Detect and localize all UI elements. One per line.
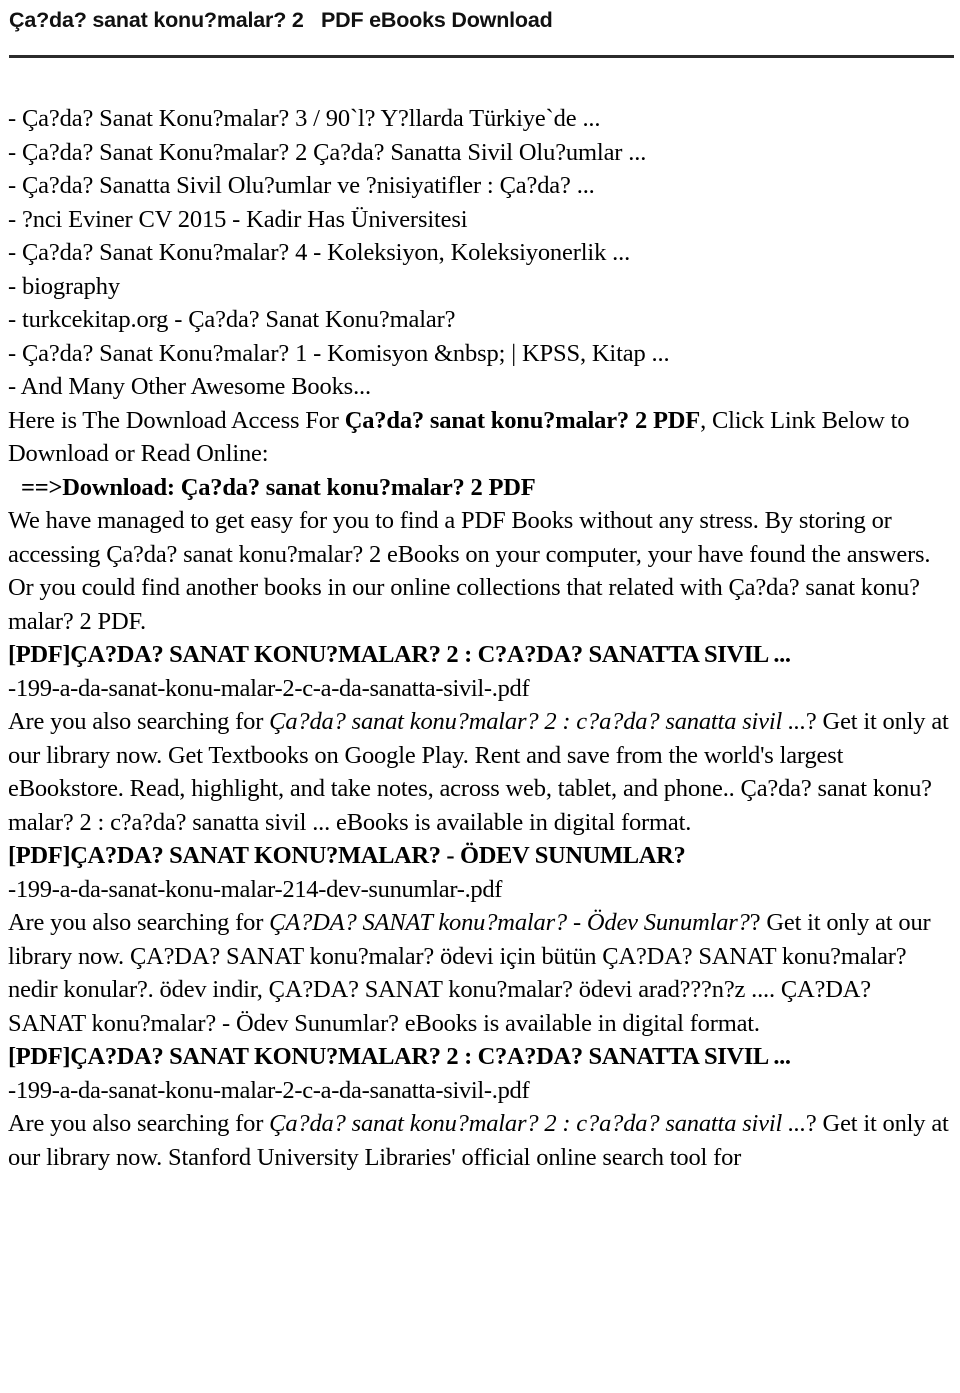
section-description-3: Are you also searching for Ça?da? sanat …	[8, 1107, 952, 1174]
list-item: - Ça?da? Sanatta Sivil Olu?umlar ve ?nis…	[8, 172, 595, 199]
desc-prefix-text: Are you also searching for	[8, 909, 270, 936]
section-heading-3: [PDF]ÇA?DA? SANAT KONU?MALAR? 2 : C?A?DA…	[8, 1043, 791, 1070]
section-filename-3: -199-a-da-sanat-konu-malar-2-c-a-da-sana…	[8, 1076, 530, 1104]
document-body: - Ça?da? Sanat Konu?malar? 3 / 90`l? Y?l…	[8, 102, 952, 1174]
section-heading-2: [PDF]ÇA?DA? SANAT KONU?MALAR? - ÖDEV SUN…	[8, 842, 686, 869]
desc-italic-title: Ça?da? sanat konu?malar? 2 : c?a?da? san…	[269, 708, 806, 735]
page-title: Ça?da? sanat konu?malar? 2 PDF eBooks Do…	[9, 8, 553, 32]
section-heading-1: [PDF]ÇA?DA? SANAT KONU?MALAR? 2 : C?A?DA…	[8, 641, 791, 668]
desc-prefix-text: Are you also searching for	[8, 708, 270, 735]
list-item: - Ça?da? Sanat Konu?malar? 2 Ça?da? Sana…	[8, 138, 647, 166]
desc-prefix-text: Are you also searching for	[8, 1110, 270, 1137]
section-description-2: Are you also searching for ÇA?DA? SANAT …	[8, 906, 952, 1040]
header-divider	[9, 55, 954, 58]
document-page: Ça?da? sanat konu?malar? 2 PDF eBooks Do…	[0, 7, 960, 1393]
lead-bold-title: Ça?da? sanat konu?malar? 2 PDF	[344, 406, 701, 434]
section-filename-2: -199-a-da-sanat-konu-malar-214-dev-sunum…	[8, 875, 503, 903]
intro-body-paragraph: We have managed to get easy for you to f…	[8, 507, 931, 635]
section-description-1: Are you also searching for Ça?da? sanat …	[8, 705, 952, 839]
desc-italic-title: ÇA?DA? SANAT konu?malar? - Ödev Sunumlar…	[269, 909, 750, 936]
list-item: - And Many Other Awesome Books...	[8, 373, 371, 400]
lead-prefix-text: Here is The Download Access For	[8, 406, 345, 434]
related-books-list: - Ça?da? Sanat Konu?malar? 3 / 90`l? Y?l…	[8, 102, 952, 404]
list-item: - Ça?da? Sanat Konu?malar? 4 - Koleksiyo…	[8, 239, 631, 266]
list-item: - turkcekitap.org - Ça?da? Sanat Konu?ma…	[8, 306, 456, 333]
list-item: - ?nci Eviner CV 2015 - Kadir Has Üniver…	[8, 205, 468, 233]
download-access-lead: Here is The Download Access For Ça?da? s…	[8, 404, 952, 471]
download-link[interactable]: ==>Download: Ça?da? sanat konu?malar? 2 …	[8, 471, 952, 505]
section-filename-1: -199-a-da-sanat-konu-malar-2-c-a-da-sana…	[8, 674, 530, 702]
list-item: - Ça?da? Sanat Konu?malar? 3 / 90`l? Y?l…	[8, 105, 601, 132]
desc-italic-title: Ça?da? sanat konu?malar? 2 : c?a?da? san…	[269, 1110, 806, 1137]
list-item: - biography	[8, 272, 120, 300]
list-item: - Ça?da? Sanat Konu?malar? 1 - Komisyon …	[8, 339, 670, 367]
